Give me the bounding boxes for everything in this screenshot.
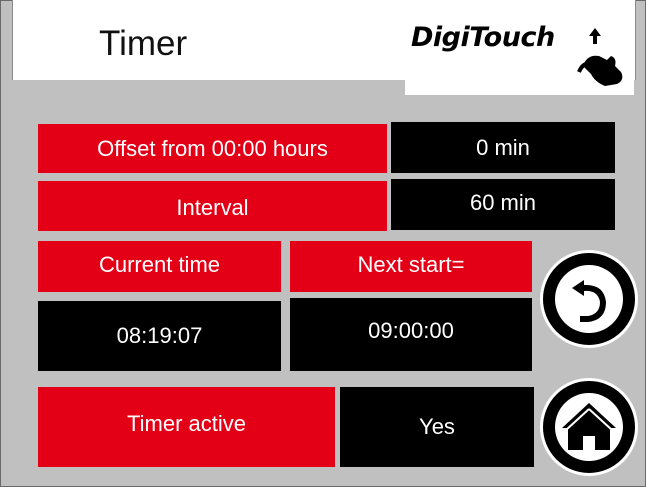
current-time-label-text: Current time bbox=[98, 251, 221, 277]
timer-active-value-text: Yes bbox=[419, 414, 455, 439]
timer-active-label-text: Timer active bbox=[127, 411, 246, 436]
offset-label: Offset from 00:00 hours bbox=[38, 124, 387, 173]
brand-logo: DigiTouch bbox=[405, 0, 634, 95]
interval-value-field[interactable]: 60 min bbox=[391, 179, 615, 230]
current-time-value: 08:19:07 bbox=[38, 301, 281, 371]
home-button[interactable] bbox=[540, 378, 638, 476]
touch-hand-icon bbox=[577, 28, 623, 86]
next-start-label: Next start= bbox=[290, 241, 532, 292]
back-button[interactable] bbox=[540, 250, 638, 348]
offset-value-field[interactable]: 0 min bbox=[391, 122, 615, 173]
offset-value-text: 0 min bbox=[476, 134, 530, 160]
current-time-value-text: 08:19:07 bbox=[116, 323, 203, 348]
interval-label-text: Interval bbox=[176, 195, 249, 220]
home-icon bbox=[555, 393, 623, 461]
next-start-label-text: Next start= bbox=[357, 251, 465, 277]
next-start-value-text: 09:00:00 bbox=[368, 317, 454, 343]
interval-label: Interval bbox=[38, 181, 387, 231]
offset-label-text: Offset from 00:00 hours bbox=[97, 135, 328, 161]
timer-active-toggle[interactable]: Yes bbox=[340, 387, 534, 467]
logo-text: DigiTouch bbox=[411, 22, 555, 53]
next-start-value: 09:00:00 bbox=[290, 298, 532, 371]
page-title: Timer bbox=[99, 24, 188, 63]
current-time-label: Current time bbox=[38, 241, 281, 292]
interval-value-text: 60 min bbox=[469, 189, 537, 215]
undo-arrow-icon bbox=[555, 265, 623, 333]
timer-active-label: Timer active bbox=[38, 387, 335, 467]
